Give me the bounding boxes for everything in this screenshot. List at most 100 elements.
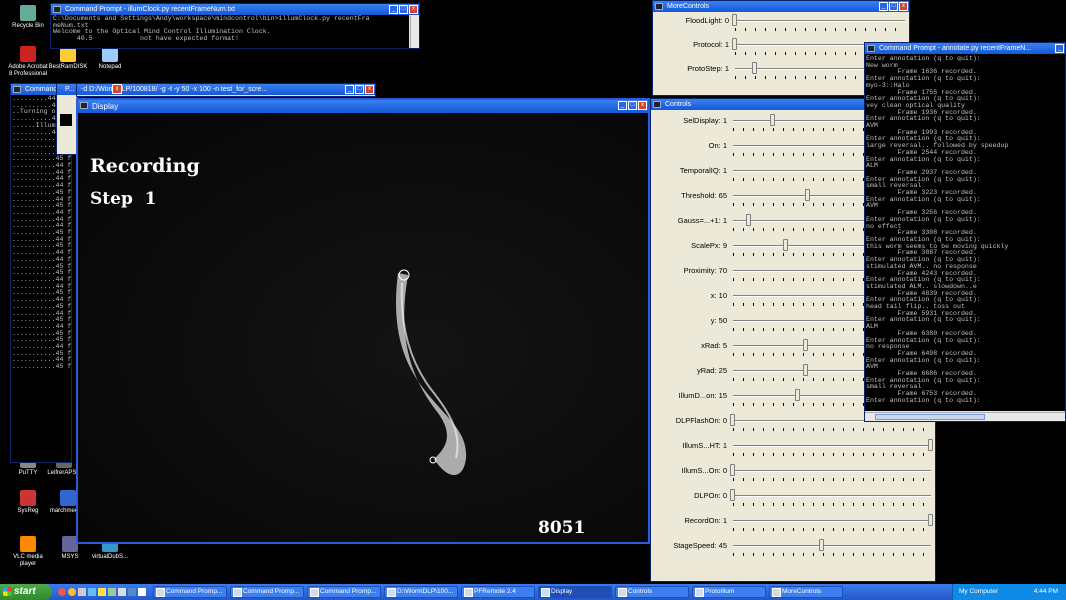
desktop-icon[interactable]: Adobe Acrobat 8 Professional [6, 46, 50, 78]
slider-thumb[interactable] [795, 389, 801, 401]
slider-label: yRad: 25 [696, 366, 727, 375]
annotate-titlebar[interactable]: Command Prompt - annotate.py recentFrame… [865, 43, 1065, 54]
maximize-button[interactable]: □ [355, 85, 364, 94]
annotate-output: Enter annotation (q to quit): New worm Fr… [865, 54, 1065, 411]
quicklaunch-icon[interactable] [88, 588, 96, 596]
slider-thumb[interactable] [732, 14, 737, 26]
small-window-title: P... [65, 86, 75, 93]
slider-track[interactable] [733, 439, 933, 451]
minimize-button[interactable]: _ [345, 85, 354, 94]
window-icon [655, 3, 663, 10]
taskbar-button[interactable]: Display [538, 586, 612, 598]
taskbar-button[interactable]: Command Promp... [230, 586, 304, 598]
hscroll-thumb[interactable] [875, 414, 985, 420]
start-button[interactable]: start [0, 584, 52, 600]
desktop-icon[interactable]: Notepad [88, 46, 132, 71]
close-button[interactable]: x [409, 5, 418, 14]
close-button[interactable]: x [638, 101, 647, 110]
quicklaunch-icon[interactable] [128, 588, 136, 596]
slider-thumb[interactable] [928, 514, 933, 526]
recycle-bin-icon [20, 5, 36, 21]
cmd-icon [867, 45, 875, 52]
taskbar-button[interactable]: PFRemote 2.4 [461, 586, 535, 598]
display-titlebar[interactable]: Display _ □ x [78, 100, 648, 113]
minimize-button[interactable]: _ [879, 2, 888, 11]
slider-thumb[interactable] [803, 364, 809, 376]
slider-thumb[interactable] [803, 339, 809, 351]
maximize-button[interactable]: □ [399, 5, 408, 14]
taskbar-button[interactable]: Controls [615, 586, 689, 598]
slider-thumb[interactable] [783, 239, 789, 251]
slider-thumb[interactable] [769, 114, 775, 126]
slider-thumb[interactable] [819, 539, 825, 551]
slider-track[interactable] [733, 514, 933, 526]
minimize-button[interactable]: _ [389, 5, 398, 14]
slider-label: xRad: 5 [701, 341, 727, 350]
console-line: C:\Documents and Settings\Andy\workspace… [53, 15, 370, 22]
taskbar-button[interactable]: Command Promp... [153, 586, 227, 598]
quicklaunch-icon[interactable] [68, 588, 76, 596]
dlp-close-button-secondary[interactable]: x [112, 84, 122, 94]
illum-clock-scrollbar[interactable] [410, 16, 419, 48]
illum-clock-title: Command Prompt - illumClock.py recentFra… [65, 6, 235, 13]
annotate-window[interactable]: Command Prompt - annotate.py recentFrame… [864, 42, 1066, 422]
slider-label: Threshold: 65 [681, 191, 727, 200]
quicklaunch-icon[interactable] [98, 588, 106, 596]
desktop-icon-label: virtualDubS... [91, 554, 128, 560]
slider-track[interactable] [730, 489, 931, 501]
slider-thumb[interactable] [732, 38, 737, 50]
annotate-title: Command Prompt - annotate.py recentFrame… [879, 45, 1032, 52]
quicklaunch-icon[interactable] [78, 588, 86, 596]
slider-label: ScalePx: 9 [691, 241, 727, 250]
slider-thumb[interactable] [752, 62, 758, 74]
illum-clock-titlebar[interactable]: Command Prompt - illumClock.py recentFra… [51, 4, 419, 15]
quicklaunch-icon[interactable] [108, 588, 116, 596]
clock[interactable]: 4:44 PM [1034, 588, 1058, 595]
minimize-button[interactable]: _ [618, 101, 627, 110]
tray-label[interactable]: My Computer [959, 584, 998, 600]
slider-ticks [733, 553, 931, 556]
slider-thumb[interactable] [730, 414, 735, 426]
slider-track[interactable] [733, 539, 931, 551]
quicklaunch-icon[interactable] [138, 588, 146, 596]
desktop-icon[interactable]: BestRamDISK [46, 46, 90, 71]
slider-track[interactable] [730, 464, 931, 476]
slider-thumb[interactable] [730, 464, 735, 476]
annotate-hscrollbar[interactable] [865, 412, 1065, 421]
slider-label: SelDisplay: 1 [683, 116, 727, 125]
maximize-button[interactable]: □ [889, 2, 898, 11]
console-line: 40.5 not have expected format! [53, 35, 239, 43]
desktop-icon[interactable]: Recycle Bin [6, 5, 50, 30]
close-button[interactable]: x [899, 2, 908, 11]
slider-label: y: 50 [710, 316, 727, 325]
taskbar-button[interactable]: ProtoIllum [692, 586, 766, 598]
minimize-button[interactable]: _ [1055, 44, 1064, 53]
slider-label: Gauss=...+1: 1 [677, 216, 727, 225]
small-window-preview [60, 114, 72, 126]
slider-track[interactable] [732, 14, 905, 26]
small-window-titlebar[interactable]: P... [57, 84, 77, 95]
slider-row: RecordOn: 1 [651, 511, 935, 536]
close-button[interactable]: x [365, 85, 374, 94]
maximize-button[interactable]: □ [628, 101, 637, 110]
desktop-icon[interactable]: SysReg [6, 490, 50, 515]
slider-thumb[interactable] [745, 214, 751, 226]
taskbar-button[interactable]: D:\WormDLP\100... [384, 586, 458, 598]
taskbar-button[interactable]: MoreControls [769, 586, 843, 598]
desktop-icon[interactable]: VLC media player [6, 536, 50, 568]
quicklaunch-icon[interactable] [58, 588, 66, 596]
small-window[interactable]: P... [56, 83, 78, 155]
slider-label: IllumD...on: 15 [678, 391, 727, 400]
slider-thumb[interactable] [928, 439, 933, 451]
quicklaunch-icon[interactable] [118, 588, 126, 596]
cmd-icon [53, 6, 61, 13]
slider-thumb[interactable] [730, 489, 735, 501]
slider-thumb[interactable] [805, 189, 811, 201]
taskbar-button[interactable]: Command Promp... [307, 586, 381, 598]
display-title: Display [92, 102, 119, 111]
display-window[interactable]: Display _ □ x Recording Step 1 8051 [76, 98, 650, 544]
slider-row: IllumS...On: 0 [651, 461, 935, 486]
illum-clock-window[interactable]: Command Prompt - illumClock.py recentFra… [50, 3, 420, 49]
console-line: Enter annotation (q to quit): [866, 195, 981, 203]
slider-ticks [733, 503, 931, 506]
